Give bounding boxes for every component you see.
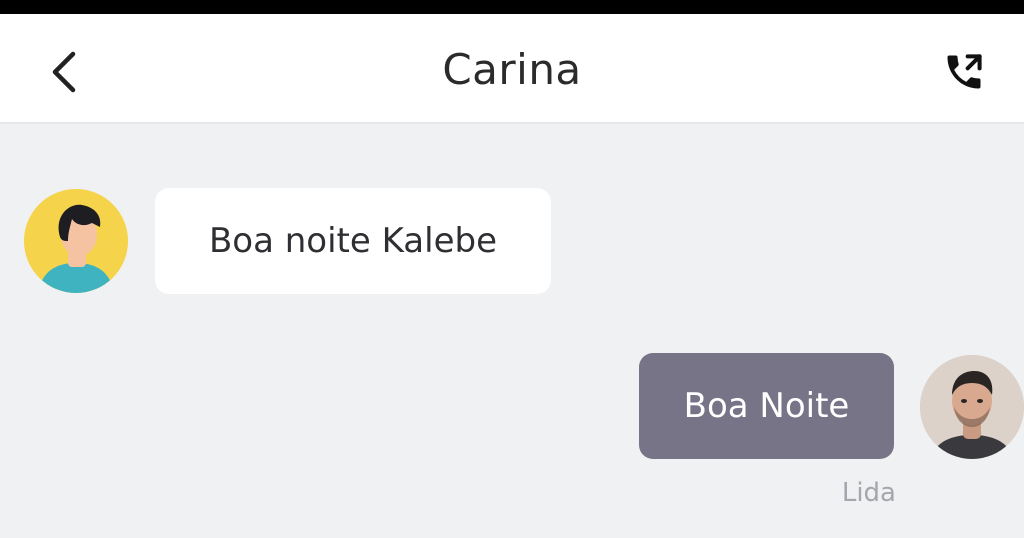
chat-header: Carina	[0, 14, 1024, 124]
cartoon-man-avatar-icon	[24, 189, 128, 293]
status-bar	[0, 0, 1024, 14]
user-photo-avatar-icon	[920, 355, 1024, 459]
incoming-message-bubble[interactable]: Boa noite Kalebe	[155, 188, 551, 294]
phone-outgoing-icon	[947, 54, 982, 89]
user-avatar[interactable]	[920, 355, 1024, 459]
back-button[interactable]	[40, 44, 88, 100]
chat-title: Carina	[442, 45, 582, 94]
call-button[interactable]	[934, 44, 994, 100]
chevron-left-icon	[52, 51, 76, 93]
outgoing-message-bubble[interactable]: Boa Noite	[639, 353, 894, 459]
read-status: Lida	[841, 478, 896, 508]
contact-avatar[interactable]	[24, 189, 128, 293]
